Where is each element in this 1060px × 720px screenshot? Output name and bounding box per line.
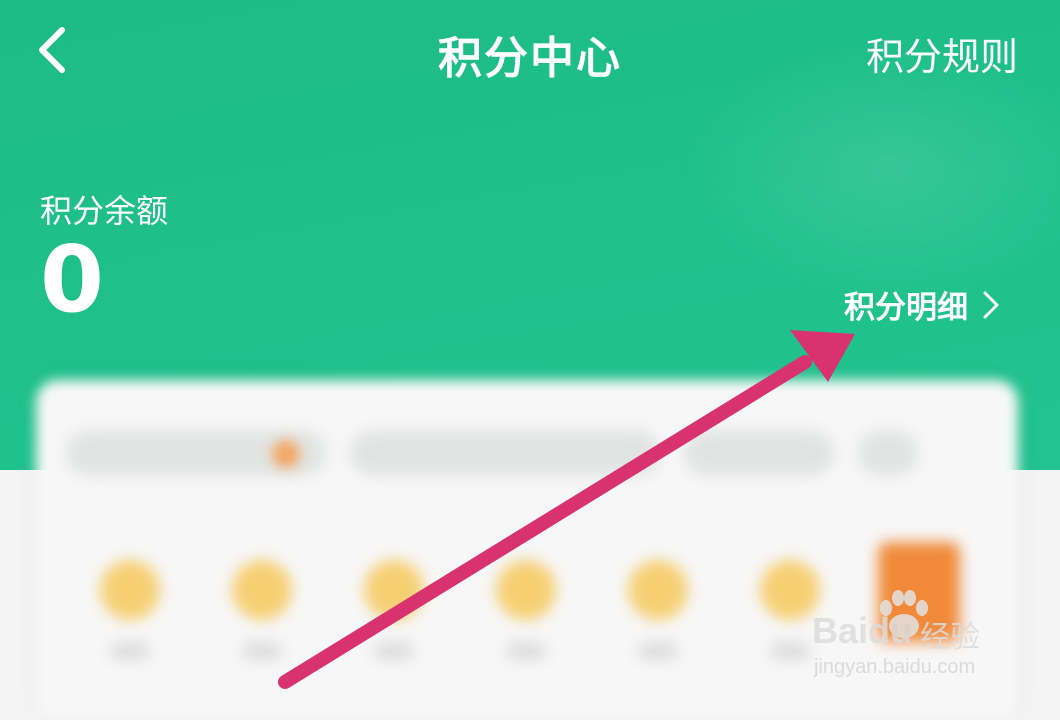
- points-detail-label: 积分明细: [844, 290, 968, 326]
- points-detail-link[interactable]: 积分明细: [844, 282, 1000, 327]
- checkin-label: [506, 642, 546, 660]
- balance-value: 0: [40, 226, 105, 333]
- checkin-coin: [628, 560, 688, 620]
- blurred-tab-row: [66, 430, 918, 476]
- baidu-jingyan-watermark: Baidu 经验 jingyan.baidu.com: [812, 590, 1012, 690]
- watermark-product: 经验: [920, 620, 980, 655]
- points-rules-link[interactable]: 积分规则: [866, 26, 1018, 81]
- blurred-badge: [272, 440, 300, 468]
- checkin-label: [638, 642, 678, 660]
- blurred-tab: [684, 430, 834, 476]
- checkin-coin: [232, 560, 292, 620]
- checkin-coin: [760, 560, 820, 620]
- checkin-label: [770, 642, 810, 660]
- watermark-url: jingyan.baidu.com: [814, 656, 976, 678]
- checkin-coin: [496, 560, 556, 620]
- watermark-brand: Baidu: [812, 610, 913, 651]
- blurred-tab: [350, 430, 660, 476]
- checkin-label: [374, 642, 414, 660]
- checkin-label: [110, 642, 150, 660]
- checkin-coin: [100, 560, 160, 620]
- chevron-right-icon: [983, 291, 999, 318]
- blurred-tab: [858, 430, 918, 476]
- checkin-label: [242, 642, 282, 660]
- checkin-coin: [364, 560, 424, 620]
